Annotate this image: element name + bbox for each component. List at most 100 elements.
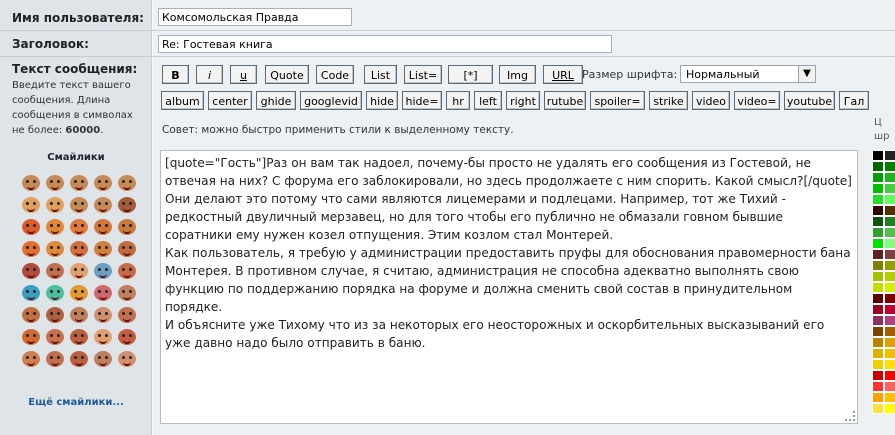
- smiley-icon[interactable]: [118, 263, 136, 279]
- smiley-icon[interactable]: [46, 285, 64, 301]
- tag-button[interactable]: youtube: [784, 91, 835, 110]
- color-swatch[interactable]: [872, 381, 884, 392]
- smiley-icon[interactable]: [22, 307, 40, 323]
- smiley-icon[interactable]: [94, 263, 112, 279]
- tag-button[interactable]: ghide: [256, 91, 296, 110]
- smiley-icon[interactable]: [94, 241, 112, 257]
- color-swatch[interactable]: [872, 293, 884, 304]
- smiley-icon[interactable]: [94, 285, 112, 301]
- smiley-icon[interactable]: [70, 263, 88, 279]
- smiley-icon[interactable]: [118, 175, 136, 191]
- message-textarea[interactable]: [quote="Гость"]Раз он вам так надоел, по…: [160, 150, 858, 424]
- color-swatch[interactable]: [884, 337, 895, 348]
- tag-button[interactable]: video=: [734, 91, 780, 110]
- smiley-icon[interactable]: [94, 197, 112, 213]
- color-swatch[interactable]: [872, 304, 884, 315]
- more-smilies-link[interactable]: Ещё смайлики...: [0, 397, 152, 408]
- color-swatch[interactable]: [884, 370, 895, 381]
- format-button[interactable]: i: [196, 65, 223, 84]
- color-swatch[interactable]: [884, 249, 895, 260]
- smiley-icon[interactable]: [46, 351, 64, 367]
- tag-button[interactable]: video: [692, 91, 730, 110]
- smiley-icon[interactable]: [70, 219, 88, 235]
- tag-button[interactable]: hide=: [402, 91, 442, 110]
- color-swatch[interactable]: [884, 183, 895, 194]
- color-swatch[interactable]: [884, 315, 895, 326]
- color-swatch[interactable]: [872, 194, 884, 205]
- color-swatch[interactable]: [872, 326, 884, 337]
- color-swatch[interactable]: [872, 348, 884, 359]
- smiley-icon[interactable]: [94, 307, 112, 323]
- smiley-icon[interactable]: [46, 263, 64, 279]
- format-button[interactable]: Quote: [265, 65, 309, 84]
- tag-button[interactable]: hide: [366, 91, 398, 110]
- color-swatch[interactable]: [872, 315, 884, 326]
- smiley-icon[interactable]: [22, 175, 40, 191]
- username-field[interactable]: [158, 8, 352, 26]
- resize-grip-icon[interactable]: [845, 411, 855, 421]
- smiley-icon[interactable]: [46, 175, 64, 191]
- smiley-icon[interactable]: [46, 329, 64, 345]
- smiley-icon[interactable]: [118, 285, 136, 301]
- tag-button[interactable]: googlevid: [300, 91, 362, 110]
- smiley-icon[interactable]: [70, 329, 88, 345]
- smiley-icon[interactable]: [22, 197, 40, 213]
- subject-field[interactable]: [158, 35, 612, 53]
- format-button[interactable]: Img: [499, 65, 536, 84]
- smiley-icon[interactable]: [22, 285, 40, 301]
- tag-button[interactable]: Гал: [839, 91, 869, 110]
- color-swatch[interactable]: [884, 403, 895, 414]
- color-swatch[interactable]: [884, 381, 895, 392]
- smiley-icon[interactable]: [94, 351, 112, 367]
- color-swatch[interactable]: [884, 172, 895, 183]
- smiley-icon[interactable]: [70, 351, 88, 367]
- color-swatch[interactable]: [884, 194, 895, 205]
- tag-button[interactable]: strike: [649, 91, 688, 110]
- format-button[interactable]: List: [364, 65, 397, 84]
- smiley-icon[interactable]: [22, 241, 40, 257]
- color-swatch[interactable]: [884, 348, 895, 359]
- color-swatch[interactable]: [872, 161, 884, 172]
- color-swatch[interactable]: [872, 282, 884, 293]
- color-swatch[interactable]: [872, 403, 884, 414]
- smiley-icon[interactable]: [46, 307, 64, 323]
- smiley-icon[interactable]: [94, 175, 112, 191]
- color-swatch[interactable]: [872, 227, 884, 238]
- color-swatch[interactable]: [872, 392, 884, 403]
- format-button[interactable]: URL: [543, 65, 583, 84]
- format-button[interactable]: [*]: [448, 65, 493, 84]
- color-swatch[interactable]: [872, 216, 884, 227]
- color-swatch[interactable]: [872, 172, 884, 183]
- smiley-icon[interactable]: [46, 241, 64, 257]
- format-button[interactable]: List=: [404, 65, 442, 84]
- color-swatch[interactable]: [872, 238, 884, 249]
- tag-button[interactable]: album: [161, 91, 204, 110]
- smiley-icon[interactable]: [70, 285, 88, 301]
- color-swatch[interactable]: [884, 282, 895, 293]
- color-swatch[interactable]: [872, 183, 884, 194]
- color-swatch[interactable]: [884, 205, 895, 216]
- format-button[interactable]: Code: [316, 65, 354, 84]
- format-button[interactable]: u: [230, 65, 257, 84]
- tag-button[interactable]: rutube: [544, 91, 586, 110]
- color-swatch[interactable]: [884, 293, 895, 304]
- color-swatch[interactable]: [872, 359, 884, 370]
- color-swatch[interactable]: [872, 260, 884, 271]
- smiley-icon[interactable]: [22, 329, 40, 345]
- smiley-icon[interactable]: [118, 219, 136, 235]
- smiley-icon[interactable]: [94, 219, 112, 235]
- color-swatch[interactable]: [872, 271, 884, 282]
- smiley-icon[interactable]: [70, 307, 88, 323]
- smiley-icon[interactable]: [22, 351, 40, 367]
- smiley-icon[interactable]: [70, 197, 88, 213]
- tag-button[interactable]: center: [208, 91, 252, 110]
- smiley-icon[interactable]: [22, 263, 40, 279]
- smiley-icon[interactable]: [118, 351, 136, 367]
- chevron-down-icon[interactable]: ▼: [798, 66, 815, 82]
- tag-button[interactable]: left: [474, 91, 502, 110]
- color-swatch[interactable]: [872, 337, 884, 348]
- tag-button[interactable]: spoiler=: [590, 91, 645, 110]
- color-swatch[interactable]: [884, 271, 895, 282]
- tag-button[interactable]: hr: [446, 91, 470, 110]
- smiley-icon[interactable]: [22, 219, 40, 235]
